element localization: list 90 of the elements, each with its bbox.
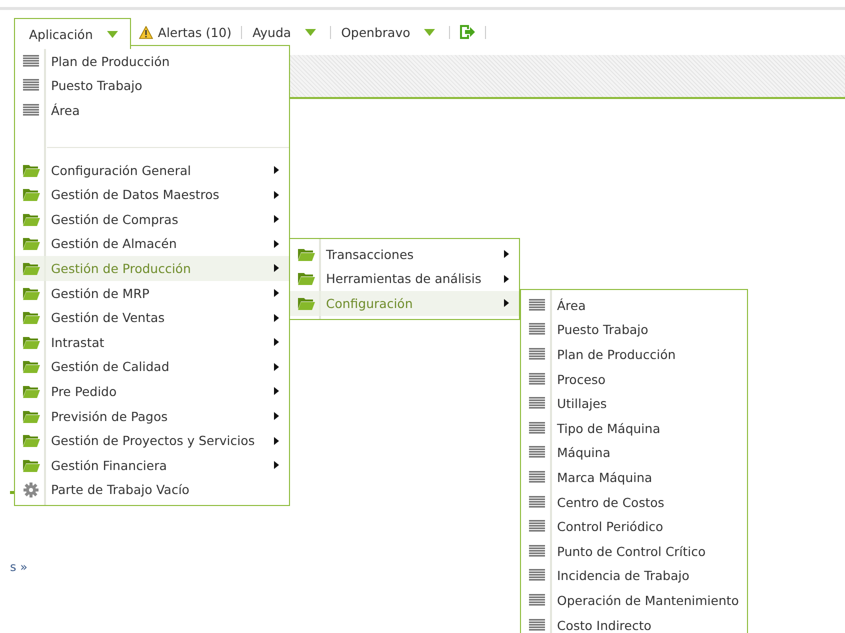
list-icon	[529, 618, 545, 632]
menu-item[interactable]: Operación de Mantenimiento	[521, 588, 747, 613]
list-icon	[23, 79, 39, 92]
menu-item[interactable]: Área	[15, 98, 289, 123]
menu-item[interactable]: Gestión de Ventas	[15, 305, 289, 330]
submenu-arrow-icon	[274, 314, 279, 322]
folder-icon	[22, 212, 40, 226]
menu-item[interactable]: Tipo de Máquina	[521, 416, 747, 441]
folder-icon	[22, 237, 40, 250]
list-icon	[23, 54, 39, 68]
gear-icon	[23, 482, 39, 498]
submenu-arrow-icon	[504, 250, 509, 258]
menu-item[interactable]: Transacciones	[290, 242, 519, 267]
folder-icon	[298, 248, 314, 261]
list-icon	[529, 520, 545, 534]
menu-item[interactable]: Gestión de MRP	[15, 280, 289, 306]
menu-item[interactable]: Plan de Producción	[521, 342, 747, 367]
menu-item[interactable]: Gestión de Almacén	[15, 232, 289, 256]
menu-item[interactable]: Configuración General	[15, 158, 289, 182]
menu-button[interactable]: Aplicación	[14, 18, 131, 49]
folder-icon	[22, 336, 40, 349]
folder-icon	[22, 458, 40, 472]
submenu-arrow-icon	[274, 436, 279, 445]
folder-icon	[22, 262, 40, 275]
menu-item[interactable]: Punto de Control Crítico	[521, 538, 747, 564]
submenu-arrow-icon	[274, 461, 279, 470]
menu-item[interactable]: Control Periódico	[521, 514, 747, 539]
list-icon	[529, 496, 545, 509]
folder-icon	[22, 311, 40, 324]
menu-item[interactable]: Puesto Trabajo	[15, 74, 289, 98]
caret-icon	[424, 28, 436, 36]
text-fragment: s »	[10, 560, 28, 574]
menu-item[interactable]: Área	[521, 293, 747, 318]
list-icon	[23, 104, 39, 117]
menu-item[interactable]: Puesto Trabajo	[521, 318, 747, 342]
warning-icon	[138, 26, 153, 38]
list-icon	[529, 348, 545, 361]
submenu-arrow-icon	[504, 299, 509, 308]
menu-item[interactable]: Parte de Trabajo Vacío	[15, 478, 289, 502]
menu-item[interactable]: Pre Pedido	[15, 379, 289, 404]
list-icon	[529, 470, 545, 484]
menu-item[interactable]: Gestión Financiera	[15, 452, 289, 478]
submenu-arrow-icon	[274, 362, 279, 371]
menu-item[interactable]: Marca Máquina	[521, 465, 747, 490]
menu-item[interactable]: Gestión de Compras	[15, 206, 289, 232]
folder-icon	[22, 384, 40, 398]
menu-item[interactable]: Proceso	[521, 366, 747, 392]
menu-item[interactable]: Intrastat	[15, 330, 289, 355]
menu-item[interactable]: Máquina	[521, 440, 747, 466]
menu-item[interactable]: Incidencia de Trabajo	[521, 564, 747, 588]
menu-item[interactable]: Herramientas de análisis	[290, 266, 519, 292]
submenu-arrow-icon	[274, 387, 279, 396]
folder-icon	[22, 188, 40, 202]
list-icon	[529, 569, 545, 582]
menu-item[interactable]: Costo Indirecto	[521, 612, 747, 633]
list-icon	[529, 323, 545, 336]
folder-icon	[298, 296, 314, 310]
submenu-arrow-icon	[274, 240, 279, 248]
menu-item[interactable]: Centro de Costos	[521, 490, 747, 514]
list-icon	[529, 397, 545, 410]
folder-icon	[298, 272, 314, 286]
list-icon	[529, 446, 545, 460]
caret-icon	[305, 28, 316, 36]
menu-item[interactable]: Gestión de Proyectos y Servicios	[15, 428, 289, 453]
submenu-arrow-icon	[504, 274, 509, 283]
list-icon	[529, 298, 545, 312]
folder-icon	[22, 164, 40, 177]
submenu-arrow-icon	[274, 215, 279, 224]
list-icon	[529, 544, 545, 558]
menu-item[interactable]: Utillajes	[521, 391, 747, 416]
menu-item[interactable]: Gestión de Calidad	[15, 354, 289, 380]
folder-icon	[22, 410, 40, 423]
submenu-arrow-icon	[274, 166, 279, 174]
folder-icon	[22, 434, 40, 448]
submenu-arrow-icon	[274, 412, 279, 420]
list-icon	[529, 422, 545, 435]
menu-item[interactable]: Gestión de Datos Maestros	[15, 182, 289, 207]
submenu-arrow-icon	[274, 338, 279, 346]
menu-item[interactable]: Previsión de Pagos	[15, 404, 289, 428]
submenu-arrow-icon	[274, 190, 279, 199]
list-icon	[529, 372, 545, 386]
logout-icon	[460, 25, 476, 39]
folder-icon	[22, 286, 40, 300]
submenu-arrow-icon	[274, 264, 279, 272]
menu-item[interactable]: Plan de Producción	[15, 49, 289, 74]
caret-icon	[106, 30, 118, 38]
submenu-arrow-icon	[274, 289, 279, 298]
alerts-button[interactable]: Alertas (10)	[130, 24, 240, 40]
folder-icon	[22, 360, 40, 374]
list-icon	[529, 594, 545, 607]
